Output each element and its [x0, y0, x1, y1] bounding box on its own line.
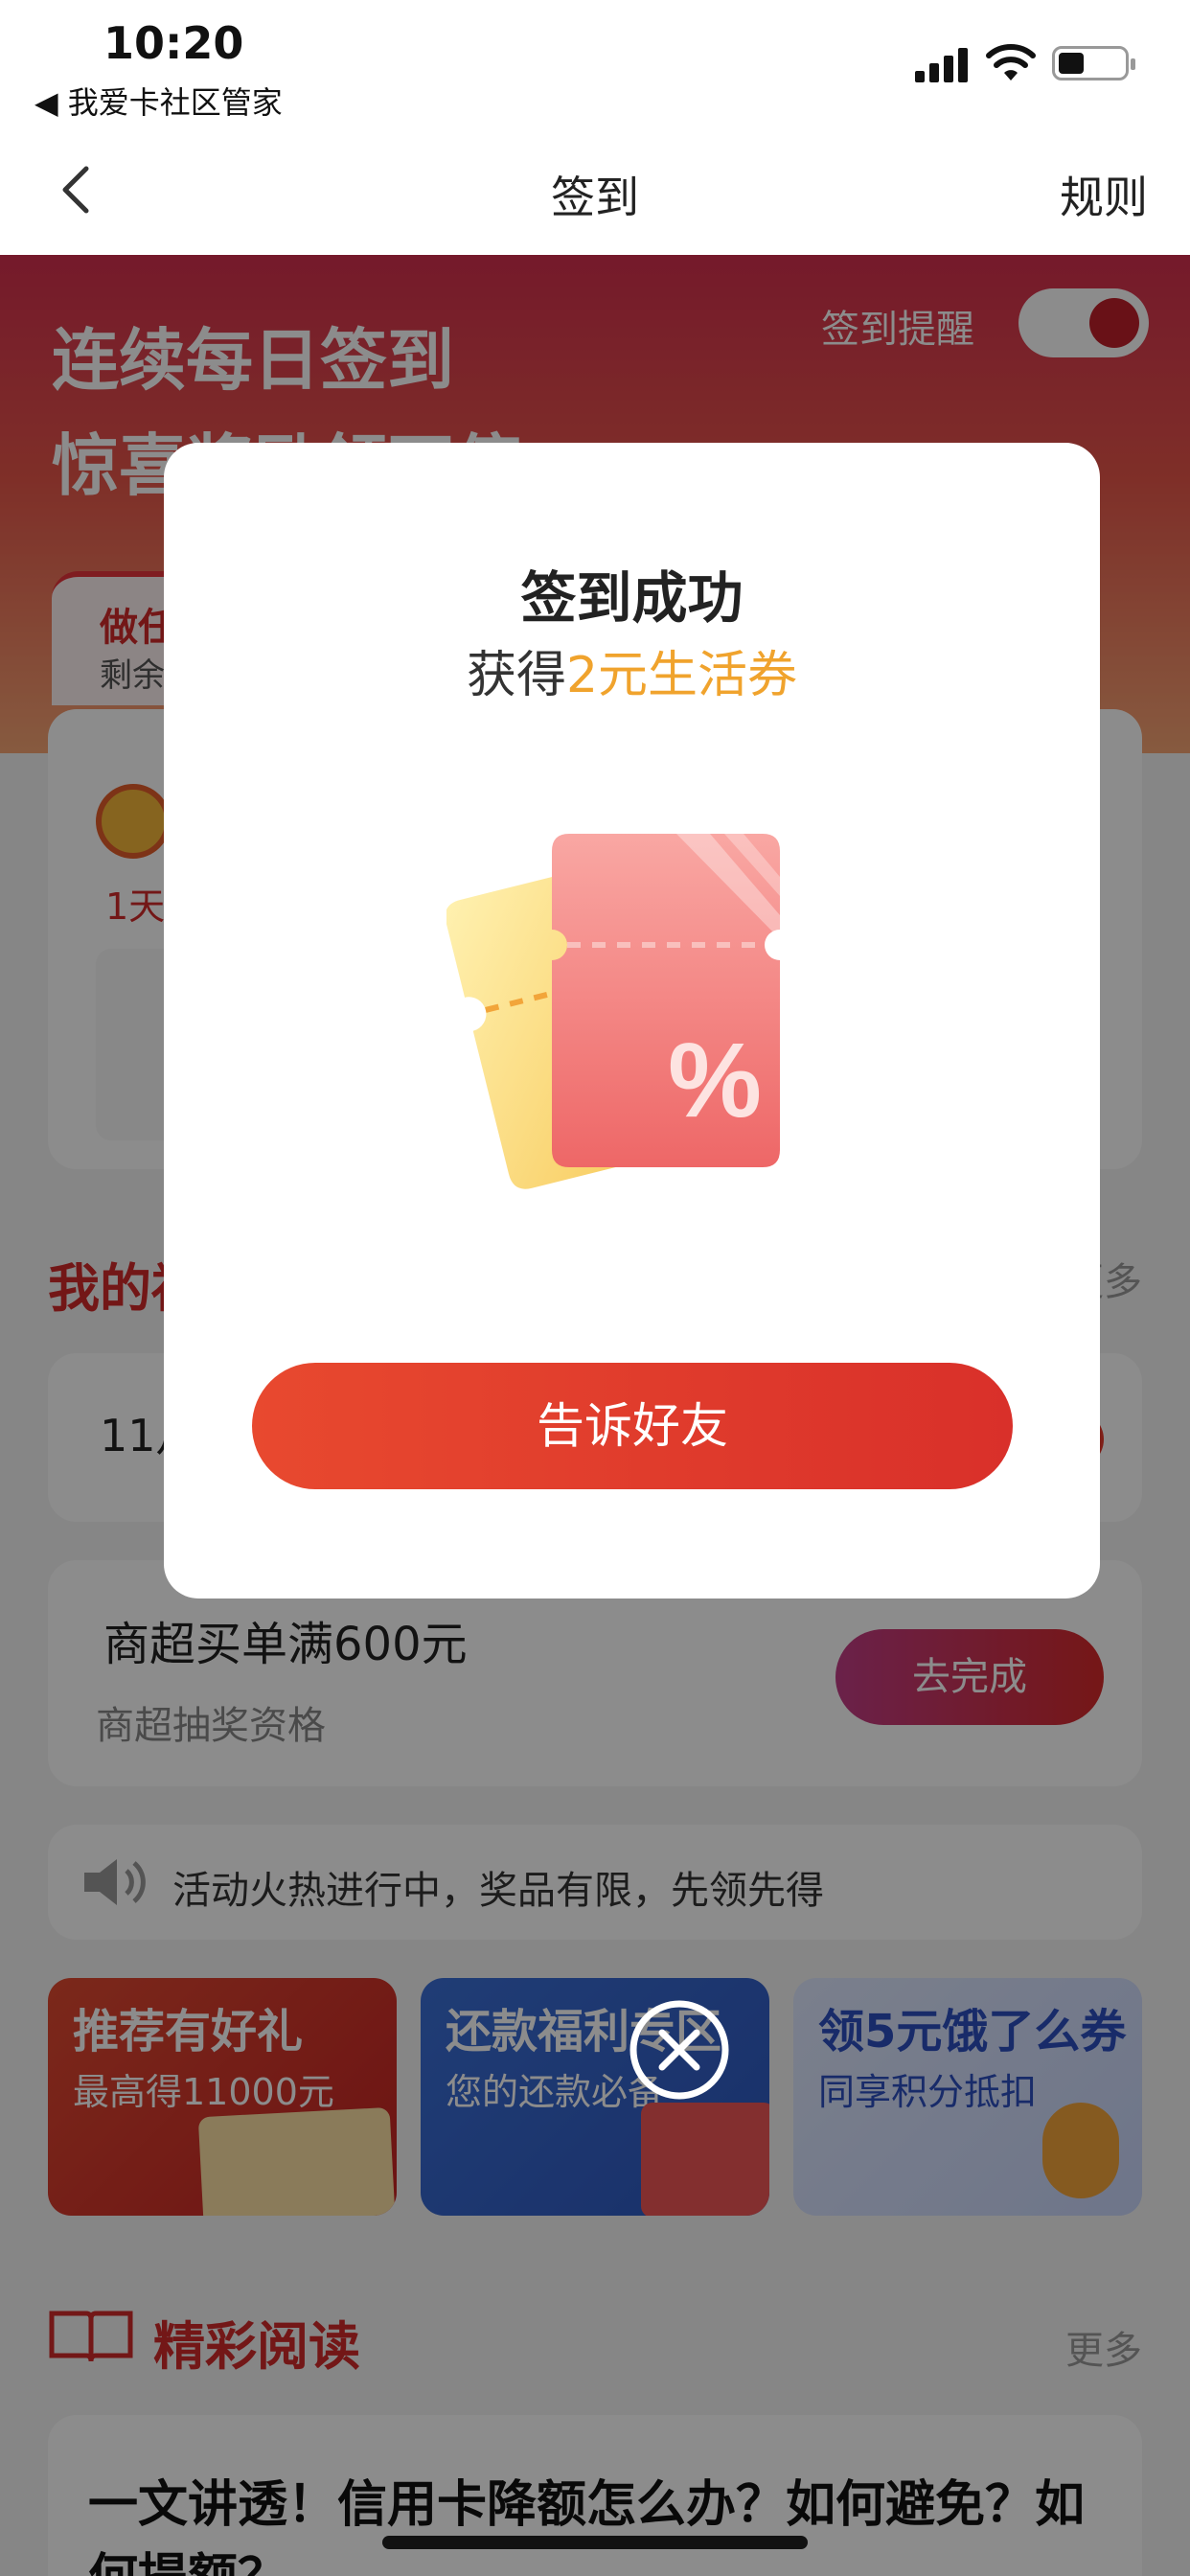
close-icon[interactable]	[628, 1998, 731, 2102]
status-bar: 10:20 ◀ 我爱卡社区管家	[0, 0, 1190, 125]
home-indicator[interactable]	[382, 2536, 808, 2549]
modal-subtitle: 获得2元生活券	[164, 634, 1100, 706]
reward-prefix: 获得	[466, 647, 566, 704]
checkin-success-modal: 签到成功 获得2元生活券 % 告诉好友	[164, 443, 1100, 1598]
battery-icon	[1052, 46, 1135, 80]
signal-icon	[915, 48, 969, 82]
wifi-icon	[986, 44, 1036, 80]
rules-link[interactable]: 规则	[1060, 163, 1148, 226]
back-to-app-link[interactable]: ◀ 我爱卡社区管家	[34, 79, 283, 123]
page-title: 签到	[551, 172, 639, 223]
coupon-percent-symbol: %	[668, 1022, 762, 1139]
share-friends-button[interactable]: 告诉好友	[252, 1363, 1013, 1489]
reward-name: 2元生活券	[565, 647, 798, 704]
coupon-icon: %	[446, 834, 780, 1189]
status-time: 10:20	[103, 17, 244, 69]
modal-title: 签到成功	[520, 565, 744, 631]
nav-bar: 签到 规则	[0, 125, 1190, 255]
